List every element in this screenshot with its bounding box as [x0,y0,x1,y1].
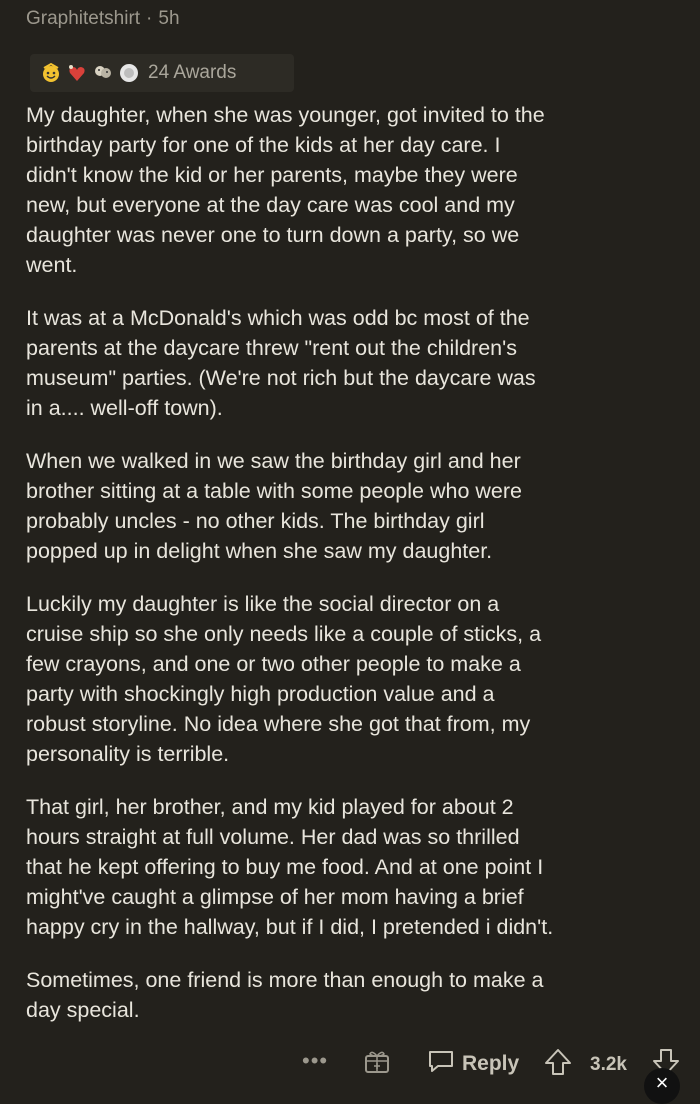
reply-button[interactable]: Reply [426,1046,519,1081]
comment-paragraph: That girl, her brother, and my kid playe… [26,795,554,939]
timestamp: 5h [158,8,180,29]
reply-icon [426,1046,456,1081]
hug-award-icon [92,62,114,84]
comment-paragraph: Luckily my daughter is like the social d… [26,592,542,766]
close-icon[interactable]: × [644,1068,680,1104]
comment-container: Graphitetshirt · 5h 24 Awards My daughte… [0,0,700,1104]
gift-icon[interactable] [362,1046,392,1076]
comment-actions: ••• Reply 3.2k [0,1040,700,1087]
comment-header: Graphitetshirt · 5h [26,8,180,30]
more-options-button[interactable]: ••• [302,1048,328,1074]
comment-paragraph: My daughter, when she was younger, got i… [26,103,545,277]
username[interactable]: Graphitetshirt [26,8,140,30]
awards-bar[interactable]: 24 Awards [30,54,294,92]
comment-body: My daughter, when she was younger, got i… [26,100,676,1048]
comment-paragraph: When we walked in we saw the birthday gi… [26,449,522,563]
awards-count: 24 Awards [148,62,237,83]
reply-label: Reply [462,1051,520,1075]
upvote-icon[interactable] [542,1046,574,1078]
vote-count: 3.2k [590,1054,627,1075]
comment-paragraph: It was at a McDonald's which was odd bc … [26,306,536,420]
silver-award-icon [118,62,140,84]
heart-award-icon [66,62,88,84]
wholesome-award-icon [40,62,62,84]
comment-paragraph: Sometimes, one friend is more than enoug… [26,968,544,1022]
separator: · [146,8,153,29]
